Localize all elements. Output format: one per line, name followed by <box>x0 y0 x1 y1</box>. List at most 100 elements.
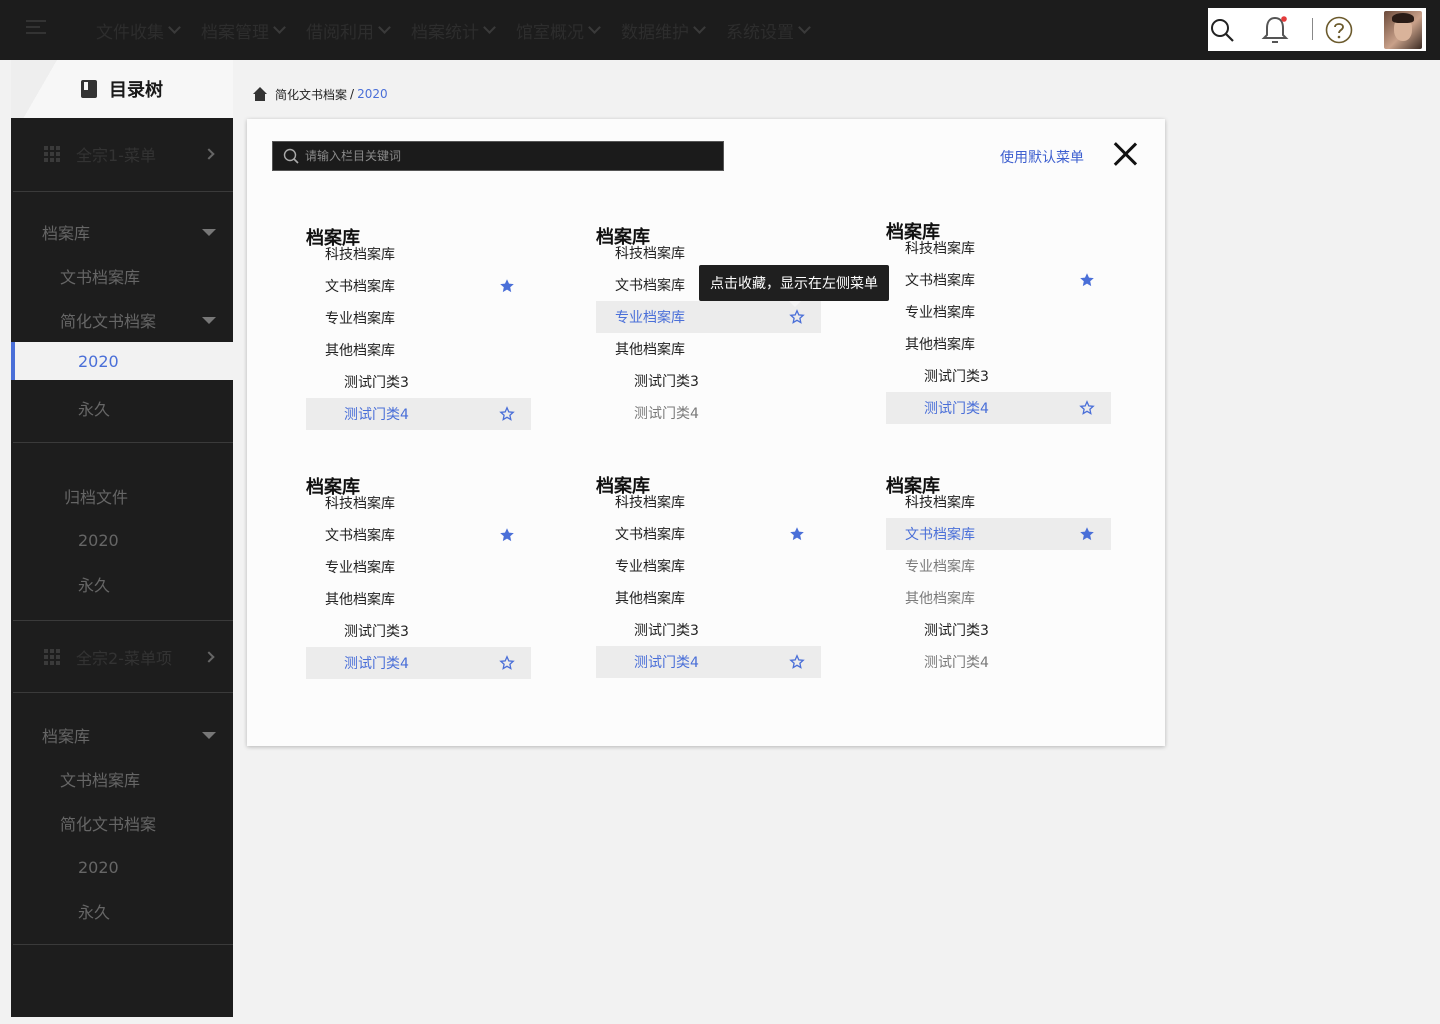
category-item[interactable]: 其他档案库 <box>596 582 821 614</box>
nav-item-overview[interactable]: 馆室概况 <box>516 18 601 43</box>
star-filled-icon[interactable] <box>499 527 515 543</box>
menu-panel: 使用默认菜单 档案库科技档案库文书档案库专业档案库其他档案库测试门类3测试门类4… <box>247 119 1165 746</box>
category-item[interactable]: 测试门类3 <box>306 366 531 398</box>
nav-label: 馆室概况 <box>516 22 584 43</box>
nav-item-borrowing[interactable]: 借阅利用 <box>306 18 391 43</box>
star-outline-icon[interactable] <box>1079 400 1095 416</box>
category-item[interactable]: 测试门类4 <box>306 398 531 430</box>
sidebar-item-2020-2[interactable]: 2020 <box>11 849 233 885</box>
category-item-label: 其他档案库 <box>615 342 685 358</box>
category-item[interactable]: 科技档案库 <box>596 486 821 518</box>
bell-icon[interactable] <box>1260 8 1290 51</box>
category-item-label: 专业档案库 <box>615 310 685 326</box>
hamburger-icon[interactable] <box>26 20 46 40</box>
sidebar-group-label: 全宗1-菜单 <box>76 146 156 165</box>
close-icon[interactable] <box>1112 141 1138 167</box>
sidebar-item-document-library-2[interactable]: 文书档案库 <box>11 761 233 797</box>
category-item[interactable]: 测试门类4 <box>306 647 531 679</box>
sidebar-divider <box>13 620 233 621</box>
sidebar-item-archive-library[interactable]: 档案库 <box>11 214 233 250</box>
sidebar-item-label: 简化文书档案 <box>60 815 157 834</box>
nav-item-system-settings[interactable]: 系统设置 <box>726 18 811 43</box>
category-item[interactable]: 文书档案库 <box>306 270 531 302</box>
search-input[interactable] <box>305 149 705 163</box>
nav-item-archive-management[interactable]: 档案管理 <box>201 18 286 43</box>
sidebar-item-label: 文书档案库 <box>60 771 141 790</box>
category-item[interactable]: 科技档案库 <box>886 232 1111 264</box>
category-item-label: 科技档案库 <box>615 246 685 262</box>
category-item-label: 测试门类4 <box>344 656 409 672</box>
sidebar-item-permanent[interactable]: 永久 <box>11 390 233 426</box>
category-item[interactable]: 文书档案库 <box>306 519 531 551</box>
grid-icon <box>44 146 60 162</box>
category-item[interactable]: 专业档案库 <box>596 550 821 582</box>
category-item[interactable]: 测试门类4 <box>596 397 821 429</box>
star-filled-icon[interactable] <box>499 278 515 294</box>
category-item[interactable]: 文书档案库 <box>596 518 821 550</box>
category-item-label: 文书档案库 <box>325 528 395 544</box>
star-outline-icon[interactable] <box>499 655 515 671</box>
category-item[interactable]: 其他档案库 <box>886 582 1111 614</box>
star-filled-icon[interactable] <box>1079 526 1095 542</box>
sidebar-item-archive-2020[interactable]: 2020 <box>11 522 233 558</box>
sidebar-item-document-library[interactable]: 文书档案库 <box>11 258 233 294</box>
sidebar-group-2[interactable]: 全宗2-菜单项 <box>11 635 233 679</box>
category-item-label: 测试门类3 <box>634 623 699 639</box>
category-item[interactable]: 科技档案库 <box>306 238 531 270</box>
nav-item-file-collection[interactable]: 文件收集 <box>96 18 181 43</box>
star-outline-icon[interactable] <box>789 654 805 670</box>
category-item-label: 文书档案库 <box>905 527 975 543</box>
category-item[interactable]: 其他档案库 <box>306 583 531 615</box>
category-item-label: 测试门类3 <box>344 624 409 640</box>
nav-item-data-maintenance[interactable]: 数据维护 <box>621 18 706 43</box>
help-icon[interactable] <box>1322 8 1356 51</box>
home-icon[interactable] <box>252 87 268 101</box>
category-item[interactable]: 专业档案库 <box>886 296 1111 328</box>
category-item-label: 文书档案库 <box>615 278 685 294</box>
category-item[interactable]: 测试门类4 <box>886 646 1111 678</box>
category-item[interactable]: 文书档案库 <box>886 518 1111 550</box>
breadcrumb: 简化文书档案 / 2020 <box>252 84 388 104</box>
search-icon[interactable] <box>1208 8 1236 51</box>
sidebar-item-label: 永久 <box>78 903 111 922</box>
category-item[interactable]: 其他档案库 <box>306 334 531 366</box>
star-filled-icon[interactable] <box>1079 272 1095 288</box>
sidebar-item-label: 归档文件 <box>64 488 129 507</box>
sidebar-item-simplified-docs-2[interactable]: 简化文书档案 <box>11 805 233 841</box>
category-item[interactable]: 测试门类3 <box>886 614 1111 646</box>
category-item-label: 其他档案库 <box>325 343 395 359</box>
category-item[interactable]: 其他档案库 <box>886 328 1111 360</box>
sidebar-item-archive-library-2[interactable]: 档案库 <box>11 717 233 753</box>
sidebar-item-permanent-2[interactable]: 永久 <box>11 893 233 929</box>
sidebar-item-archive-permanent[interactable]: 永久 <box>11 566 233 602</box>
sidebar-group-1[interactable]: 全宗1-菜单 <box>11 132 233 176</box>
category-item[interactable]: 测试门类4 <box>886 392 1111 424</box>
category-item-label: 测试门类4 <box>634 655 699 671</box>
use-default-menu-link[interactable]: 使用默认菜单 <box>1000 147 1084 167</box>
user-avatar[interactable] <box>1384 11 1422 49</box>
category-item[interactable]: 文书档案库 <box>886 264 1111 296</box>
star-outline-icon[interactable] <box>499 406 515 422</box>
star-filled-icon[interactable] <box>789 526 805 542</box>
sidebar-item-simplified-docs[interactable]: 简化文书档案 <box>11 302 233 338</box>
nav-label: 借阅利用 <box>306 22 374 43</box>
star-outline-icon[interactable] <box>789 309 805 325</box>
category-item[interactable]: 专业档案库 <box>306 551 531 583</box>
category-item[interactable]: 测试门类3 <box>306 615 531 647</box>
sidebar-item-archived-files[interactable]: 归档文件 <box>11 478 233 514</box>
category-item-label: 专业档案库 <box>615 559 685 575</box>
category-item[interactable]: 测试门类3 <box>596 614 821 646</box>
nav-item-statistics[interactable]: 档案统计 <box>411 18 496 43</box>
sidebar-item-2020[interactable]: 2020 <box>11 342 233 380</box>
breadcrumb-parent[interactable]: 简化文书档案 <box>275 86 347 103</box>
category-item[interactable]: 专业档案库 <box>596 301 821 333</box>
category-item[interactable]: 科技档案库 <box>306 487 531 519</box>
category-item[interactable]: 其他档案库 <box>596 333 821 365</box>
category-item[interactable]: 测试门类3 <box>886 360 1111 392</box>
category-item[interactable]: 科技档案库 <box>886 486 1111 518</box>
category-item[interactable]: 测试门类4 <box>596 646 821 678</box>
category-item[interactable]: 测试门类3 <box>596 365 821 397</box>
category-item[interactable]: 专业档案库 <box>306 302 531 334</box>
category-item[interactable]: 专业档案库 <box>886 550 1111 582</box>
category-item-label: 测试门类4 <box>634 406 699 422</box>
